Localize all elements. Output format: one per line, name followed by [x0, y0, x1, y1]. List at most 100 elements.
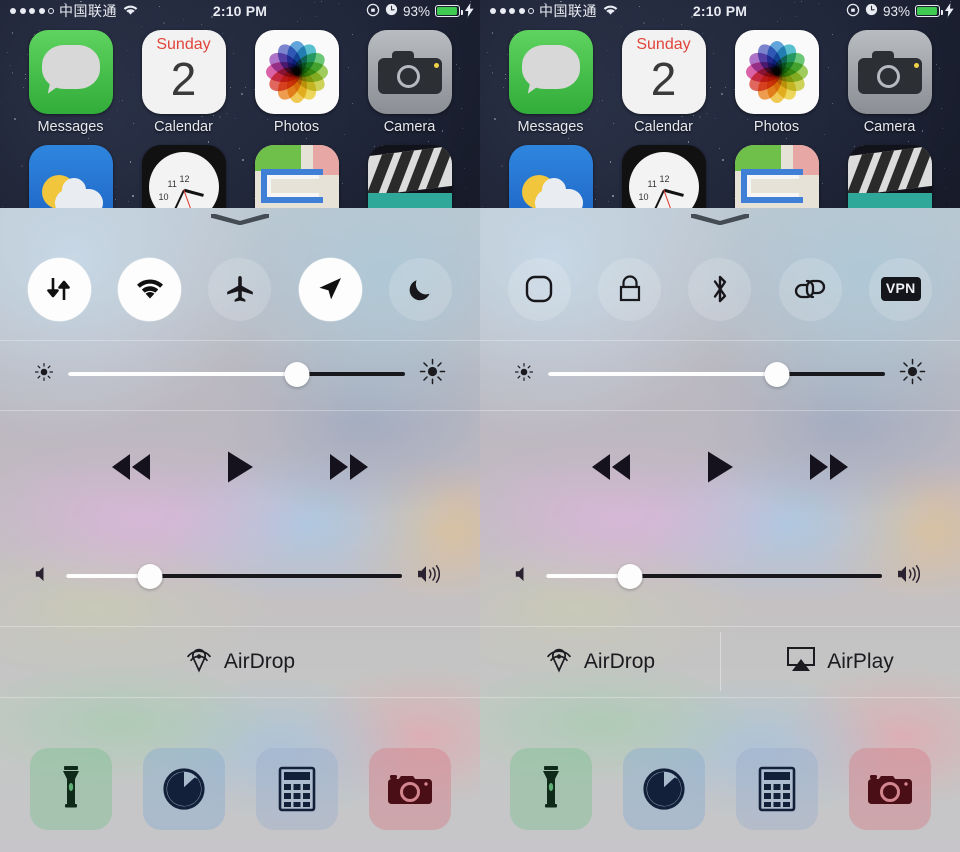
rewind-button[interactable]: [588, 452, 634, 482]
screenshot-root: 中国联通 2:10 PM 93% Messages Sunday 2 Calen…: [0, 0, 960, 852]
app-camera[interactable]: Camera: [367, 30, 452, 135]
play-button[interactable]: [226, 450, 254, 484]
airdrop-label: AirDrop: [583, 649, 656, 673]
clock-mark: 10: [158, 192, 169, 202]
brightness-slider-knob[interactable]: [764, 361, 790, 387]
share-row: AirDrop AirPlay: [480, 626, 960, 697]
flashlight-shortcut[interactable]: [509, 748, 592, 830]
vpn-toggle[interactable]: VPN: [869, 257, 933, 321]
app-calendar[interactable]: Sunday 2 Calendar: [621, 30, 706, 135]
brightness-slider-knob[interactable]: [284, 361, 310, 387]
rewind-icon: [592, 454, 630, 480]
calendar-icon: Sunday 2: [141, 30, 226, 114]
calculator-shortcut[interactable]: [735, 748, 818, 830]
phone-screen-left: 中国联通 2:10 PM 93% Messages Sunday 2 Calen…: [0, 0, 480, 852]
brightness-row: [480, 351, 960, 397]
battery-percent: 93%: [882, 3, 910, 19]
camera-shortcut[interactable]: [848, 748, 931, 830]
lightning-bolt-icon: [945, 2, 954, 20]
volume-slider-knob[interactable]: [617, 563, 643, 589]
app-messages[interactable]: Messages: [28, 30, 113, 135]
toggle-row: VPN: [480, 246, 960, 332]
calendar-date: 2: [650, 53, 677, 105]
vpn-badge-icon: VPN: [880, 277, 921, 301]
rotation-lock-toggle[interactable]: [598, 257, 662, 321]
calculator-icon: [758, 766, 795, 812]
airplay-button[interactable]: AirPlay: [720, 626, 960, 697]
personal-hotspot-toggle[interactable]: [778, 257, 842, 321]
phone-screen-right: 中国联通 2:10 PM 93% Messages Sunday 2 Calen…: [480, 0, 960, 852]
camera-icon: [387, 775, 432, 804]
shortcuts-row: [480, 740, 960, 838]
volume-slider-knob[interactable]: [137, 563, 163, 589]
timer-icon: [162, 768, 205, 810]
divider: [0, 340, 480, 341]
calculator-icon: [278, 766, 315, 812]
airdrop-button[interactable]: AirDrop: [0, 626, 480, 697]
airplane-mode-toggle[interactable]: [208, 257, 272, 321]
rewind-button[interactable]: [108, 452, 154, 482]
divider: [480, 697, 960, 698]
flashlight-shortcut[interactable]: [29, 748, 112, 830]
speaker-loud-icon: [416, 563, 446, 590]
volume-row: [480, 554, 960, 598]
wifi-toggle[interactable]: [118, 257, 182, 321]
play-button[interactable]: [706, 450, 734, 484]
fast-forward-icon: [810, 454, 848, 480]
app-label: Camera: [383, 119, 436, 135]
battery-percent: 93%: [402, 3, 430, 19]
calendar-icon: Sunday 2: [621, 30, 706, 114]
location-toggle[interactable]: [298, 257, 362, 321]
photos-icon: [734, 30, 819, 114]
rotation-lock-icon: [366, 3, 380, 20]
carrier-name: 中国联通: [59, 3, 117, 19]
timer-shortcut[interactable]: [142, 748, 225, 830]
app-label: Messages: [37, 119, 104, 135]
assistive-touch-toggle[interactable]: [507, 257, 571, 321]
wifi-icon: [602, 3, 619, 19]
photos-icon: [254, 30, 339, 114]
app-row-1: Messages Sunday 2 Calendar Photos Camera: [480, 30, 960, 135]
app-label: Calendar: [154, 119, 213, 135]
control-center-left: AirDrop: [0, 208, 480, 852]
airdrop-button[interactable]: AirDrop: [480, 626, 720, 697]
camera-icon: [867, 775, 912, 804]
brightness-slider[interactable]: [548, 361, 885, 387]
flashlight-icon: [542, 766, 559, 808]
rotation-lock-icon: [846, 3, 860, 20]
calculator-shortcut[interactable]: [255, 748, 338, 830]
fast-forward-button[interactable]: [806, 452, 852, 482]
app-label: Messages: [517, 119, 584, 135]
padlock-icon: [619, 275, 640, 302]
timer-shortcut[interactable]: [622, 748, 705, 830]
speaker-mute-icon: [34, 564, 52, 589]
play-icon: [228, 451, 253, 483]
status-bar: 中国联通 2:10 PM 93%: [0, 0, 480, 22]
app-photos[interactable]: Photos: [254, 30, 339, 135]
bluetooth-toggle[interactable]: [688, 257, 752, 321]
fast-forward-icon: [330, 454, 368, 480]
airplane-icon: [227, 276, 253, 302]
volume-row: [0, 554, 480, 598]
shortcuts-row: [0, 740, 480, 838]
camera-shortcut[interactable]: [368, 748, 451, 830]
app-calendar[interactable]: Sunday 2 Calendar: [141, 30, 226, 135]
toggle-row: [0, 246, 480, 332]
calendar-weekday: Sunday: [636, 36, 691, 53]
cellular-data-toggle[interactable]: [27, 257, 91, 321]
airplay-icon: [786, 646, 816, 678]
fast-forward-button[interactable]: [326, 452, 372, 482]
volume-slider[interactable]: [66, 563, 402, 589]
app-messages[interactable]: Messages: [508, 30, 593, 135]
rounded-square-icon: [525, 275, 553, 303]
app-photos[interactable]: Photos: [734, 30, 819, 135]
do-not-disturb-toggle[interactable]: [389, 257, 453, 321]
bluetooth-icon: [713, 275, 727, 303]
large-sun-icon: [899, 358, 926, 390]
signal-strength-dots: [10, 8, 54, 14]
app-camera[interactable]: Camera: [847, 30, 932, 135]
volume-slider[interactable]: [546, 563, 882, 589]
airdrop-label: AirDrop: [223, 649, 296, 673]
clock-mark: 11: [167, 179, 177, 189]
brightness-slider[interactable]: [68, 361, 405, 387]
